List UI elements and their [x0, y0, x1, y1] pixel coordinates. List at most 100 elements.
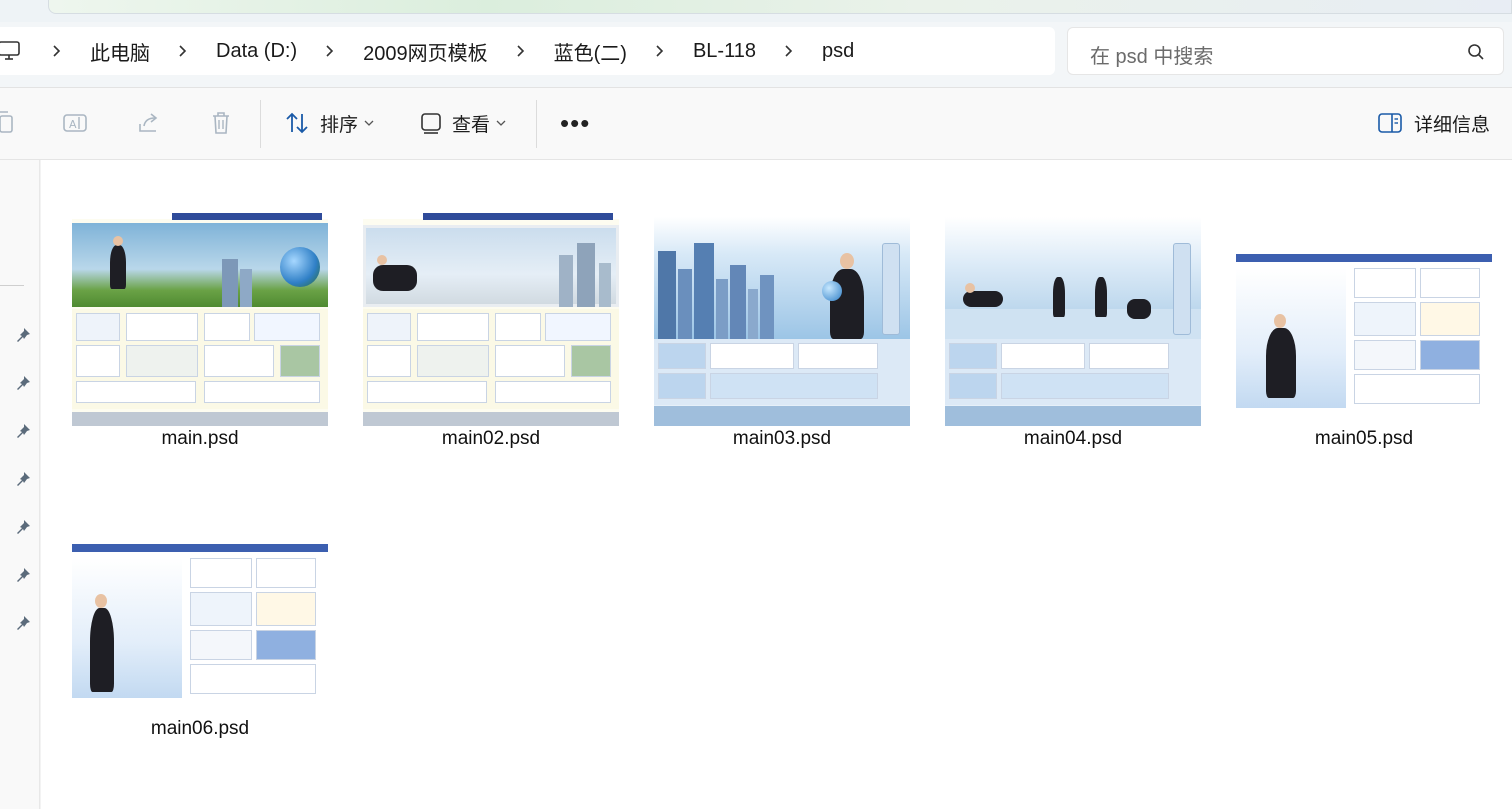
active-tab-edge — [48, 0, 1512, 14]
thumb-body — [1354, 268, 1482, 408]
chevron-down-icon — [364, 120, 374, 126]
thumb-panel — [495, 313, 541, 341]
thumb-globe — [280, 247, 320, 287]
breadcrumb-item[interactable]: BL-118 — [653, 40, 782, 63]
chevron-right-icon[interactable] — [653, 44, 667, 58]
thumb-panel — [1420, 302, 1480, 336]
file-item[interactable]: main.psd — [72, 209, 328, 454]
pin-icon[interactable] — [14, 518, 32, 536]
thumb-person-head — [113, 236, 123, 246]
pin-icon[interactable] — [14, 326, 32, 344]
thumb-panel — [126, 313, 198, 341]
pin-icon[interactable] — [14, 422, 32, 440]
file-thumbnail[interactable] — [1236, 240, 1492, 426]
file-name[interactable]: main02.psd — [363, 428, 619, 450]
svg-text:A: A — [69, 118, 77, 131]
file-thumbnail[interactable] — [945, 217, 1201, 426]
thumb-floor — [945, 309, 1201, 339]
file-thumbnail[interactable] — [654, 217, 910, 426]
thumb-panel — [1354, 302, 1416, 336]
address-bar[interactable]: 此电脑 Data (D:) 2009网页模板 蓝色(二) BL-118 psd — [0, 27, 1055, 75]
file-thumbnail[interactable] — [72, 209, 328, 426]
file-item[interactable]: main05.psd — [1236, 209, 1492, 454]
breadcrumb-item[interactable]: psd — [782, 40, 880, 63]
file-name[interactable]: main.psd — [72, 428, 328, 450]
file-name[interactable]: main04.psd — [945, 428, 1201, 450]
thumb-panel — [417, 345, 489, 377]
search-box[interactable]: 在 psd 中搜索 — [1067, 27, 1504, 75]
thumb-panel — [367, 381, 487, 403]
breadcrumb-item[interactable]: 2009网页模板 — [323, 37, 514, 66]
computer-icon[interactable] — [0, 41, 20, 61]
chevron-right-icon[interactable] — [176, 44, 190, 58]
thumb-person — [830, 269, 864, 339]
details-pane-button[interactable]: 详细信息 — [1378, 106, 1490, 140]
thumb-person-head — [840, 253, 854, 269]
thumb-panel — [367, 345, 411, 377]
thumb-hero — [945, 217, 1201, 339]
rename-icon[interactable]: A — [62, 110, 88, 136]
file-item[interactable]: main04.psd — [945, 209, 1201, 454]
file-item[interactable]: main03.psd — [654, 209, 910, 454]
sort-button[interactable]: 排序 — [284, 106, 374, 140]
thumb-person — [1266, 328, 1296, 398]
thumb-panel — [256, 558, 316, 588]
details-label: 详细信息 — [1413, 114, 1490, 136]
pin-icon[interactable] — [14, 470, 32, 488]
breadcrumb-item[interactable]: Data (D:) — [176, 40, 323, 63]
breadcrumb-item[interactable]: 蓝色(二) — [514, 37, 653, 66]
breadcrumb: 此电脑 Data (D:) 2009网页模板 蓝色(二) BL-118 psd — [50, 27, 880, 75]
chevron-right-icon[interactable] — [50, 44, 64, 58]
thumb-panel — [256, 630, 316, 660]
search-input[interactable]: 在 psd 中搜索 — [1090, 40, 1213, 69]
file-name[interactable]: main05.psd — [1236, 428, 1492, 450]
thumb-panel — [76, 345, 120, 377]
thumb-panel — [256, 592, 316, 626]
file-item[interactable]: main06.psd — [72, 499, 328, 744]
thumb-panel — [495, 345, 565, 377]
thumb-sidebar — [882, 243, 900, 335]
thumb-nav — [423, 213, 613, 220]
thumb-hero — [654, 217, 910, 339]
pin-icon[interactable] — [14, 566, 32, 584]
thumb-panel — [190, 558, 252, 588]
thumb-body — [654, 339, 910, 405]
thumb-panel — [76, 313, 120, 341]
thumb-person-head — [377, 255, 387, 265]
breadcrumb-item[interactable]: 此电脑 — [50, 37, 176, 66]
thumb-building — [658, 251, 676, 339]
thumb-building — [730, 265, 746, 339]
thumb-panel — [710, 373, 878, 399]
thumb-building — [559, 255, 573, 307]
thumb-panel — [949, 373, 997, 399]
thumb-building — [748, 289, 758, 339]
chevron-right-icon[interactable] — [323, 44, 337, 58]
chevron-right-icon[interactable] — [782, 44, 796, 58]
file-name[interactable]: main03.psd — [654, 428, 910, 450]
file-item[interactable]: main02.psd — [363, 209, 619, 454]
delete-icon[interactable] — [208, 110, 234, 136]
chevron-right-icon[interactable] — [514, 44, 528, 58]
thumb-building — [760, 275, 774, 339]
share-icon[interactable] — [136, 110, 162, 136]
more-options-button[interactable]: ••• — [560, 110, 590, 136]
pin-icon[interactable] — [14, 374, 32, 392]
thumb-person — [373, 265, 417, 291]
thumb-person — [110, 245, 126, 289]
pin-icon[interactable] — [14, 614, 32, 632]
search-icon[interactable] — [1467, 43, 1485, 61]
file-thumbnail[interactable] — [363, 209, 619, 426]
file-thumbnail[interactable] — [72, 530, 328, 716]
view-button[interactable]: 查看 — [420, 106, 506, 140]
copy-icon[interactable] — [0, 110, 18, 136]
thumb-panel — [1354, 268, 1416, 298]
toolbar-separator — [536, 100, 537, 148]
thumb-panel — [949, 343, 997, 369]
thumb-panel — [1354, 374, 1480, 404]
thumb-panel — [280, 345, 320, 377]
thumb-panel — [190, 664, 316, 694]
thumb-person-head — [1274, 314, 1286, 328]
file-name[interactable]: main06.psd — [72, 718, 328, 740]
thumb-hero — [72, 558, 182, 698]
thumb-body — [363, 309, 619, 409]
